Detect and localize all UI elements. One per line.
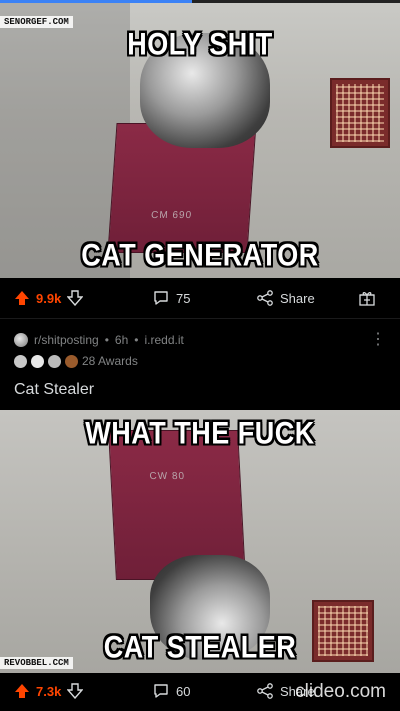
downvote-arrow-icon[interactable]	[67, 290, 84, 306]
award-gift-icon	[358, 289, 376, 307]
share-icon	[256, 289, 274, 307]
post-time: 6h	[114, 333, 129, 347]
share-icon	[256, 682, 274, 700]
box-label: CM 690	[150, 210, 193, 221]
upvote-arrow-icon[interactable]	[14, 290, 30, 306]
post1-comments-button[interactable]: 75	[152, 289, 190, 307]
box-label: CW 80	[149, 471, 186, 482]
watermark: REVOBBEL.CCM	[0, 657, 73, 669]
upvote-arrow-icon[interactable]	[14, 683, 30, 699]
post2-vote-group: 7.3k	[14, 683, 84, 699]
post2-media[interactable]: CW 80 WHAT THE FUCK CAT STEALER REVOBBEL…	[0, 410, 400, 673]
post2-comments-button[interactable]: 60	[152, 682, 190, 700]
post1-share-button[interactable]: Share	[256, 289, 315, 307]
meta-dot: •	[104, 333, 109, 347]
post-title[interactable]: Cat Stealer	[14, 381, 94, 399]
post1-action-bar: 9.9k 75 Share	[0, 280, 400, 316]
comment-icon	[152, 289, 170, 307]
post1-award-button[interactable]	[358, 289, 376, 307]
share-label: Share	[280, 290, 315, 306]
awards-count: 28 Awards	[82, 354, 138, 368]
comment-icon	[152, 682, 170, 700]
post-domain[interactable]: i.redd.it	[144, 333, 183, 347]
post-divider	[0, 318, 400, 319]
meme-top-text: WHAT THE FUCK	[85, 415, 315, 451]
award-icon	[14, 354, 27, 368]
award-icon	[65, 354, 78, 368]
upvote-count: 7.3k	[36, 683, 62, 699]
post2-meta: r/shitposting • 6h • i.redd.it ⋮	[14, 330, 386, 350]
post1-vote-group: 9.9k	[14, 290, 84, 306]
upvote-count: 9.9k	[36, 290, 62, 306]
subreddit-name[interactable]: r/shitposting	[34, 333, 99, 347]
more-options-icon[interactable]: ⋮	[370, 330, 386, 350]
meme-bottom-text: CAT GENERATOR	[81, 237, 319, 273]
post1-media[interactable]: CM 690 SENORGEF.COM HOLY SHIT CAT GENERA…	[0, 3, 400, 278]
comment-count: 75	[176, 290, 191, 306]
wall-frame	[330, 78, 390, 148]
post2-awards[interactable]: 28 Awards	[14, 352, 138, 370]
downvote-arrow-icon[interactable]	[67, 683, 84, 699]
award-icon	[31, 354, 44, 368]
comment-count: 60	[176, 683, 191, 699]
award-icon	[48, 354, 61, 368]
subreddit-avatar[interactable]	[14, 333, 28, 347]
meta-dot: •	[134, 333, 139, 347]
meme-top-text: HOLY SHIT	[127, 26, 273, 62]
clideo-watermark: clideo.com	[295, 681, 386, 702]
